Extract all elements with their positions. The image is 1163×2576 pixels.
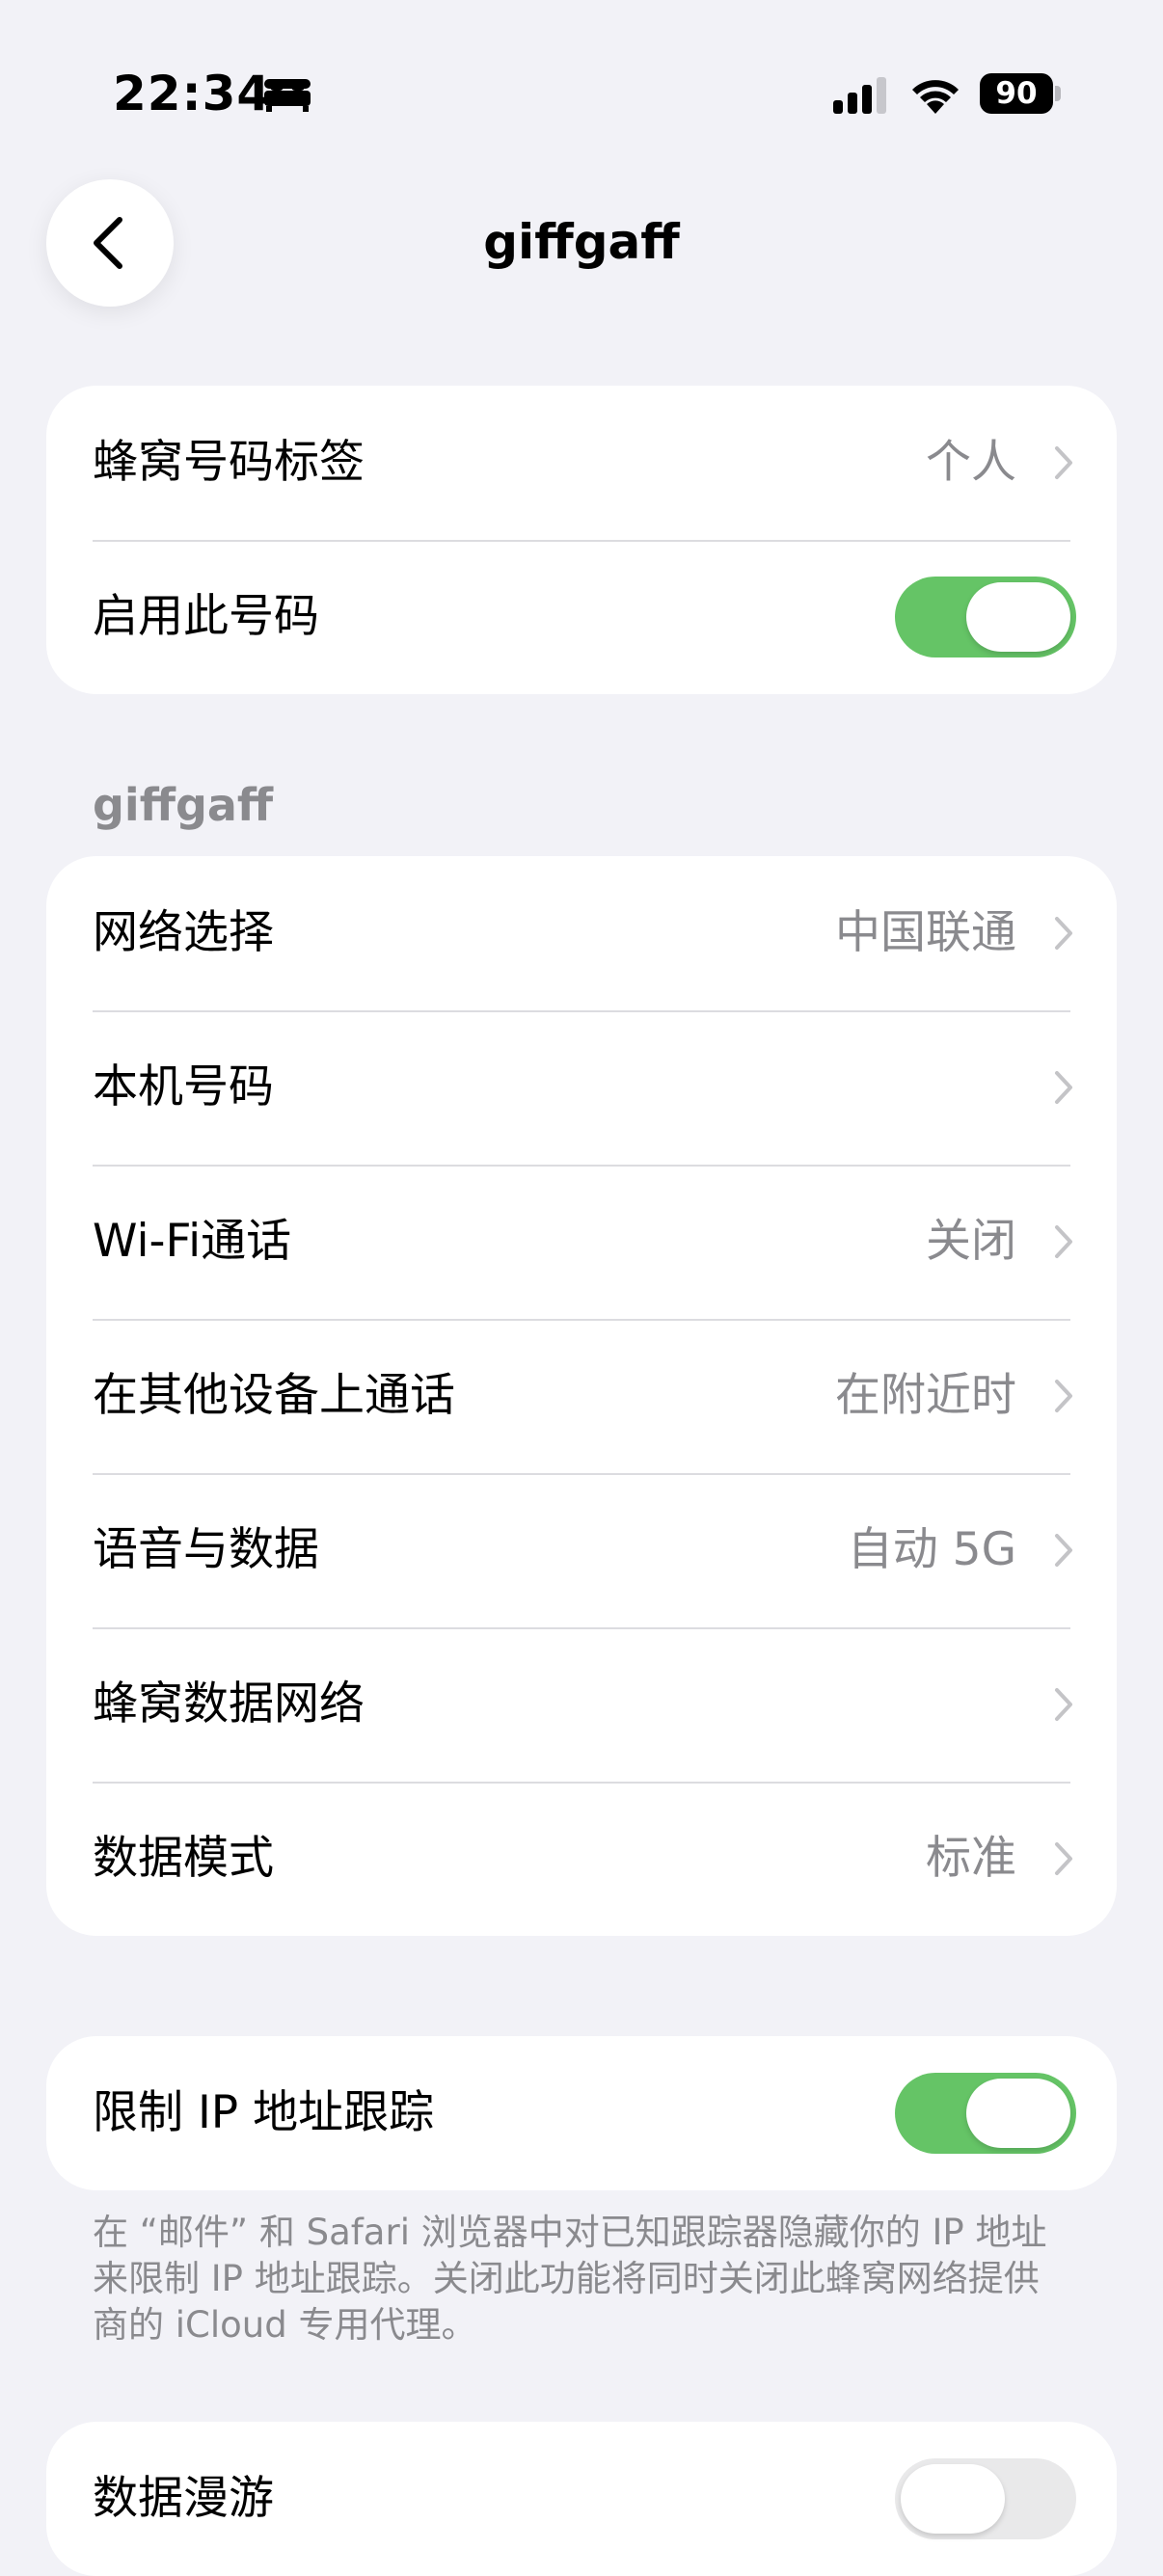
calls-on-other-devices-value: 在附近时 [835, 1369, 1016, 1422]
enable-number-row: 启用此号码 [46, 540, 1117, 694]
ip-tracking-footer: 在 “邮件” 和 Safari 浏览器中对已知跟踪器隐藏你的 IP 地址来限制 … [93, 2212, 1047, 2346]
number-settings-group: 蜂窝号码标签 个人 启用此号码 [46, 386, 1117, 694]
network-selection-label: 网络选择 [93, 906, 274, 959]
network-selection-row[interactable]: 网络选择 中国联通 [46, 856, 1117, 1010]
enable-number-toggle[interactable] [895, 577, 1076, 657]
ip-tracking-group: 限制 IP 地址跟踪 [46, 2036, 1117, 2190]
wifi-calling-value: 关闭 [926, 1215, 1016, 1268]
limit-ip-tracking-label: 限制 IP 地址跟踪 [93, 2086, 435, 2139]
carrier-settings-group: 网络选择 中国联通 本机号码 Wi-Fi通话 关闭 在其他设备上通话 在附近时 … [46, 856, 1117, 1936]
page-title: giffgaff [483, 214, 680, 270]
bed-icon [264, 79, 311, 112]
chevron-right-icon [1055, 917, 1072, 950]
voice-data-label: 语音与数据 [93, 1523, 319, 1576]
chevron-right-icon [1055, 1534, 1072, 1567]
wifi-icon [912, 80, 959, 114]
cellular-data-network-label: 蜂窝数据网络 [93, 1677, 365, 1731]
network-selection-value: 中国联通 [835, 906, 1016, 959]
data-mode-row[interactable]: 数据模式 标准 [46, 1782, 1117, 1936]
section-header: giffgaff [93, 779, 274, 831]
chevron-right-icon [1055, 1380, 1072, 1412]
cellular-label-label: 蜂窝号码标签 [93, 436, 365, 489]
data-mode-label: 数据模式 [93, 1832, 274, 1885]
cellular-data-network-row[interactable]: 蜂窝数据网络 [46, 1627, 1117, 1782]
my-number-label: 本机号码 [93, 1060, 274, 1114]
status-time: 22:34 [113, 66, 272, 121]
battery-level: 90 [980, 73, 1053, 114]
wifi-calling-row[interactable]: Wi-Fi通话 关闭 [46, 1165, 1117, 1319]
chevron-right-icon [1055, 1225, 1072, 1258]
data-roaming-toggle[interactable] [895, 2458, 1076, 2539]
chevron-right-icon [1055, 1688, 1072, 1721]
chevron-right-icon [1055, 446, 1072, 479]
cellular-signal-icon [833, 77, 886, 114]
data-roaming-row: 数据漫游 [46, 2422, 1117, 2576]
calls-on-other-devices-row[interactable]: 在其他设备上通话 在附近时 [46, 1319, 1117, 1473]
wifi-calling-label: Wi-Fi通话 [93, 1215, 292, 1268]
cellular-label-value: 个人 [926, 436, 1016, 489]
enable-number-label: 启用此号码 [93, 590, 319, 643]
limit-ip-tracking-row: 限制 IP 地址跟踪 [46, 2036, 1117, 2190]
data-mode-value: 标准 [926, 1832, 1016, 1885]
battery-icon: 90 [980, 73, 1061, 114]
chevron-right-icon [1055, 1842, 1072, 1875]
voice-data-row[interactable]: 语音与数据 自动 5G [46, 1473, 1117, 1627]
data-roaming-label: 数据漫游 [93, 2472, 274, 2525]
calls-on-other-devices-label: 在其他设备上通话 [93, 1369, 455, 1422]
status-bar: 22:34 90 [0, 0, 1163, 164]
voice-data-value: 自动 5G [847, 1523, 1016, 1576]
chevron-right-icon [1055, 1071, 1072, 1104]
roaming-group: 数据漫游 [46, 2422, 1117, 2576]
cellular-label-row[interactable]: 蜂窝号码标签 个人 [46, 386, 1117, 540]
limit-ip-tracking-toggle[interactable] [895, 2073, 1076, 2154]
my-number-row[interactable]: 本机号码 [46, 1010, 1117, 1165]
